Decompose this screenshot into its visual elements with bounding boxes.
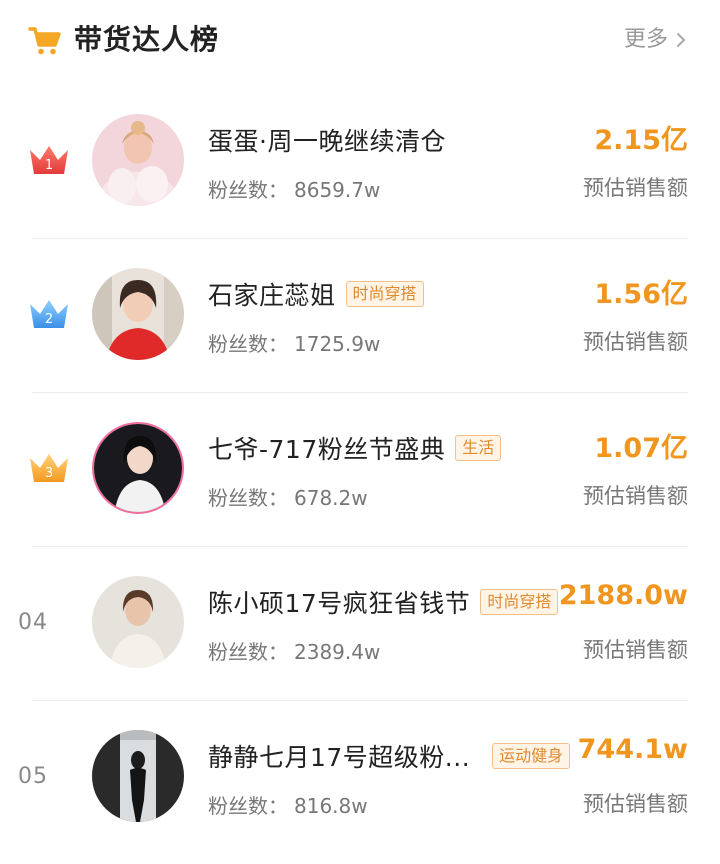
fans-label: 粉丝数： [208,178,288,202]
category-tag: 时尚穿搭 [345,281,424,307]
avatar[interactable] [92,268,184,360]
sales-amount-label: 预估销售额 [583,792,688,816]
fans-value: 8659.7w [294,178,381,202]
category-tag: 时尚穿搭 [480,589,559,615]
avatar[interactable] [92,576,184,668]
fans-value: 1725.9w [294,332,381,356]
avatar[interactable] [92,114,184,206]
streamer-name[interactable]: 石家庄蕊姐 [208,276,336,312]
category-tag: 生活 [455,435,502,461]
streamer-name[interactable]: 陈小硕17号疯狂省钱节 [208,584,470,620]
ranking-row[interactable]: 3 七爷-717粉丝节盛典 生活 粉丝数： 678.2w 1.07亿 预估销售额 [0,392,720,546]
ranking-row[interactable]: 04 陈小硕17号疯狂省钱节 时尚穿搭 粉丝数： 2389.4w 2188.0w … [0,546,720,700]
streamer-name-line: 蛋蛋·周一晚继续清仓 [208,120,446,160]
sales-amount: 2188.0w [558,580,688,611]
crown-gold-icon: 3 [30,454,68,482]
fans-label: 粉丝数： [208,332,288,356]
fans-count: 粉丝数： 2389.4w [208,636,380,665]
avatar[interactable] [92,730,184,822]
more-link[interactable]: 更多 [624,24,688,56]
avatar[interactable] [92,422,184,514]
svg-text:1: 1 [45,158,53,173]
svg-text:3: 3 [45,466,53,481]
fans-label: 粉丝数： [208,640,288,664]
svg-text:2: 2 [45,312,53,327]
chevron-right-icon [677,33,685,47]
sales-amount: 744.1w [577,734,688,765]
rank-number: 04 [18,610,48,635]
ranking-row[interactable]: 2 石家庄蕊姐 时尚穿搭 粉丝数： 1725.9w 1.56亿 预估销售额 [0,238,720,392]
fans-label: 粉丝数： [208,486,288,510]
sales-amount-label: 预估销售额 [583,330,688,354]
streamer-name[interactable]: 蛋蛋·周一晚继续清仓 [208,122,446,158]
fans-label: 粉丝数： [208,794,288,818]
ranking-list: 1 蛋蛋·周一晚继续清仓 粉丝数： 8659.7w 2.15亿 预估销售额 2 … [0,84,720,854]
streamer-name[interactable]: 七爷-717粉丝节盛典 [208,430,445,466]
sales-amount: 1.07亿 [594,433,688,464]
streamer-name[interactable]: 静静七月17号超级粉... [208,738,470,774]
streamer-name-line: 静静七月17号超级粉... 运动健身 [208,736,571,776]
sales-amount-label: 预估销售额 [583,484,688,508]
shopping-cart-icon [28,27,61,55]
fans-count: 粉丝数： 816.8w [208,790,368,819]
sales-amount: 1.56亿 [594,279,688,310]
streamer-name-line: 七爷-717粉丝节盛典 生活 [208,428,502,468]
sales-amount: 2.15亿 [594,125,688,156]
fans-count: 粉丝数： 678.2w [208,482,368,511]
ranking-row[interactable]: 05 静静七月17号超级粉... 运动健身 粉丝数： 816.8w 744.1w … [0,700,720,854]
fans-value: 678.2w [294,486,368,510]
crown-blue-icon: 2 [30,300,68,328]
streamer-name-line: 陈小硕17号疯狂省钱节 时尚穿搭 [208,582,559,622]
ranking-row[interactable]: 1 蛋蛋·周一晚继续清仓 粉丝数： 8659.7w 2.15亿 预估销售额 [0,84,720,238]
fans-value: 2389.4w [294,640,381,664]
category-tag: 运动健身 [492,743,571,769]
page-title: 带货达人榜 [74,23,220,56]
sales-amount-label: 预估销售额 [583,638,688,662]
sales-amount-label: 预估销售额 [583,176,688,200]
crown-red-icon: 1 [30,146,68,174]
rank-number: 05 [18,764,48,789]
fans-count: 粉丝数： 8659.7w [208,174,380,203]
streamer-name-line: 石家庄蕊姐 时尚穿搭 [208,274,424,314]
ranking-header: 带货达人榜 更多 [0,0,720,82]
more-label: 更多 [623,27,668,52]
fans-count: 粉丝数： 1725.9w [208,328,380,357]
fans-value: 816.8w [294,794,368,818]
